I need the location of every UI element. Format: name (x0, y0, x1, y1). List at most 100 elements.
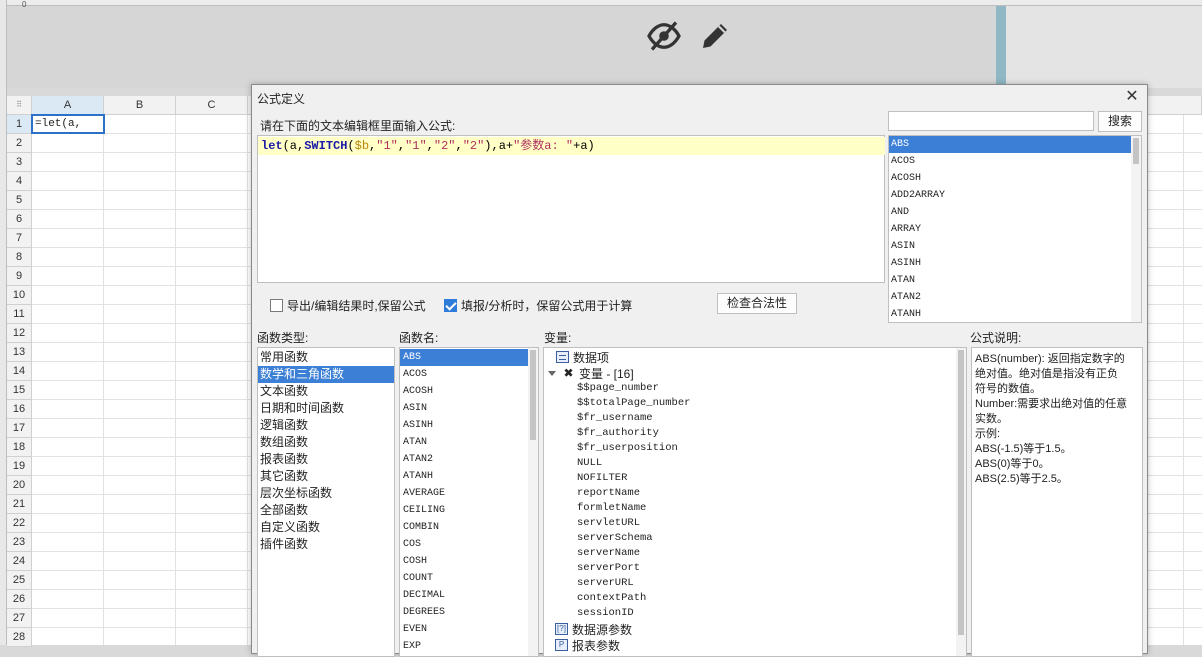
row-header[interactable]: 13 (7, 343, 32, 362)
row-header[interactable]: 25 (7, 571, 32, 590)
tree-node-report-params[interactable]: P 报表参数 (544, 637, 966, 653)
eye-off-icon[interactable] (646, 18, 682, 54)
function-name-item[interactable]: ATAN2 (400, 451, 538, 468)
search-result-item[interactable]: ATAN (889, 272, 1141, 289)
function-name-item[interactable]: ACOSH (400, 383, 538, 400)
search-result-item[interactable]: ARRAY (889, 221, 1141, 238)
search-result-item[interactable]: ATANH (889, 306, 1141, 322)
fill-keep-formula-option[interactable]: 填报/分析时，保留公式用于计算 (444, 297, 632, 314)
validate-button[interactable]: 检查合法性 (717, 293, 797, 314)
row-header[interactable]: 2 (7, 134, 32, 153)
function-name-item[interactable]: AVERAGE (400, 485, 538, 502)
function-name-item[interactable]: ATANH (400, 468, 538, 485)
row-header[interactable]: 8 (7, 248, 32, 267)
formula-editor[interactable]: let(a,SWITCH($b,"1","1","2","2"),a+"参数a:… (257, 135, 885, 283)
search-result-item[interactable]: ASIN (889, 238, 1141, 255)
function-name-item[interactable]: EXP (400, 638, 538, 655)
fill-keep-formula-checkbox[interactable] (444, 299, 457, 312)
search-result-item[interactable]: ACOSH (889, 170, 1141, 187)
row-header[interactable]: 14 (7, 362, 32, 381)
select-all-corner[interactable]: ⠿ (7, 96, 32, 115)
row-header[interactable]: 28 (7, 628, 32, 647)
function-name-list[interactable]: ABS ACOS ACOSH ASIN ASINH ATAN ATAN2 ATANH AVERA… (399, 347, 539, 657)
function-name-item[interactable]: COMBIN (400, 519, 538, 536)
function-name-item[interactable]: ASIN (400, 400, 538, 417)
column-header-b[interactable]: B (104, 96, 176, 115)
export-keep-formula-checkbox[interactable] (270, 299, 283, 312)
variable-item[interactable]: $fr_userposition (544, 441, 966, 456)
row-header[interactable]: 23 (7, 533, 32, 552)
row-header[interactable]: 26 (7, 590, 32, 609)
variable-item[interactable]: NOFILTER (544, 471, 966, 486)
row-header[interactable]: 17 (7, 419, 32, 438)
function-name-item[interactable]: ASINH (400, 417, 538, 434)
row-header[interactable]: 10 (7, 286, 32, 305)
row-header[interactable]: 6 (7, 210, 32, 229)
function-name-item[interactable]: ACOS (400, 366, 538, 383)
function-type-item[interactable]: 其它函数 (258, 468, 394, 485)
search-result-item[interactable]: ATAN2 (889, 289, 1141, 306)
function-type-item[interactable]: 全部函数 (258, 502, 394, 519)
variable-item[interactable]: NULL (544, 456, 966, 471)
variable-item[interactable]: formletName (544, 501, 966, 516)
row-header[interactable]: 19 (7, 457, 32, 476)
function-type-item[interactable]: 自定义函数 (258, 519, 394, 536)
column-header-a[interactable]: A (32, 96, 104, 115)
function-type-item[interactable]: 常用函数 (258, 349, 394, 366)
close-icon[interactable]: ✕ (1123, 88, 1141, 106)
formula-line[interactable]: let(a,SWITCH($b,"1","1","2","2"),a+"参数a:… (258, 137, 885, 155)
row-header[interactable]: 20 (7, 476, 32, 495)
function-search-input[interactable] (888, 111, 1094, 131)
function-name-item[interactable]: DEGREES (400, 604, 538, 621)
variable-item[interactable]: serverName (544, 546, 966, 561)
row-header[interactable]: 7 (7, 229, 32, 248)
variable-item[interactable]: contextPath (544, 591, 966, 606)
row-header[interactable]: 15 (7, 381, 32, 400)
row-header[interactable]: 3 (7, 153, 32, 172)
function-type-item[interactable]: 层次坐标函数 (258, 485, 394, 502)
function-type-item[interactable]: 日期和时间函数 (258, 400, 394, 417)
variable-item[interactable]: sessionID (544, 606, 966, 621)
function-name-item[interactable]: CEILING (400, 502, 538, 519)
function-type-item[interactable]: 逻辑函数 (258, 417, 394, 434)
function-type-item[interactable]: 插件函数 (258, 536, 394, 553)
function-name-item[interactable]: COSH (400, 553, 538, 570)
function-type-item[interactable]: 报表函数 (258, 451, 394, 468)
variable-item[interactable]: $$totalPage_number (544, 396, 966, 411)
function-name-item[interactable]: EVEN (400, 621, 538, 638)
row-header[interactable]: 11 (7, 305, 32, 324)
chevron-down-icon[interactable] (548, 370, 556, 376)
variable-item[interactable]: serverSchema (544, 531, 966, 546)
function-name-scrollbar[interactable] (528, 348, 538, 656)
function-name-item[interactable]: ABS (400, 349, 528, 366)
function-type-list[interactable]: 常用函数 数学和三角函数 文本函数 日期和时间函数 逻辑函数 数组函数 报表函数 其它函数 层次… (257, 347, 395, 657)
tree-node-variables[interactable]: ✖ 变量 - [16] (544, 365, 966, 381)
variable-item[interactable]: $fr_authority (544, 426, 966, 441)
row-header[interactable]: 16 (7, 400, 32, 419)
search-result-scrollbar[interactable] (1131, 136, 1141, 322)
row-header[interactable]: 4 (7, 172, 32, 191)
search-result-item[interactable]: ASINH (889, 255, 1141, 272)
variable-item[interactable]: $fr_username (544, 411, 966, 426)
search-result-list[interactable]: ABS ACOS ACOSH ADD2ARRAY AND ARRAY ASIN ASINH AT… (888, 135, 1142, 323)
variable-tree-scrollbar[interactable] (956, 348, 966, 656)
export-keep-formula-option[interactable]: 导出/编辑结果时,保留公式 (270, 297, 426, 314)
function-name-item[interactable]: DECIMAL (400, 587, 538, 604)
row-header[interactable]: 22 (7, 514, 32, 533)
tree-node-datasource-params[interactable]: [?] 数据源参数 (544, 621, 966, 637)
function-name-item[interactable]: COS (400, 536, 538, 553)
row-header[interactable]: 12 (7, 324, 32, 343)
search-result-item[interactable]: ACOS (889, 153, 1141, 170)
function-name-item[interactable]: ATAN (400, 434, 538, 451)
variable-item[interactable]: $$page_number (544, 381, 966, 396)
row-header[interactable]: 21 (7, 495, 32, 514)
row-header[interactable]: 1 (7, 115, 32, 134)
row-header[interactable]: 27 (7, 609, 32, 628)
function-type-item[interactable]: 数学和三角函数 (258, 366, 394, 383)
variable-item[interactable]: serverPort (544, 561, 966, 576)
row-header[interactable]: 9 (7, 267, 32, 286)
row-header[interactable]: 5 (7, 191, 32, 210)
function-name-item[interactable]: COUNT (400, 570, 538, 587)
column-header-c[interactable]: C (176, 96, 248, 115)
pencil-icon[interactable] (697, 18, 733, 54)
